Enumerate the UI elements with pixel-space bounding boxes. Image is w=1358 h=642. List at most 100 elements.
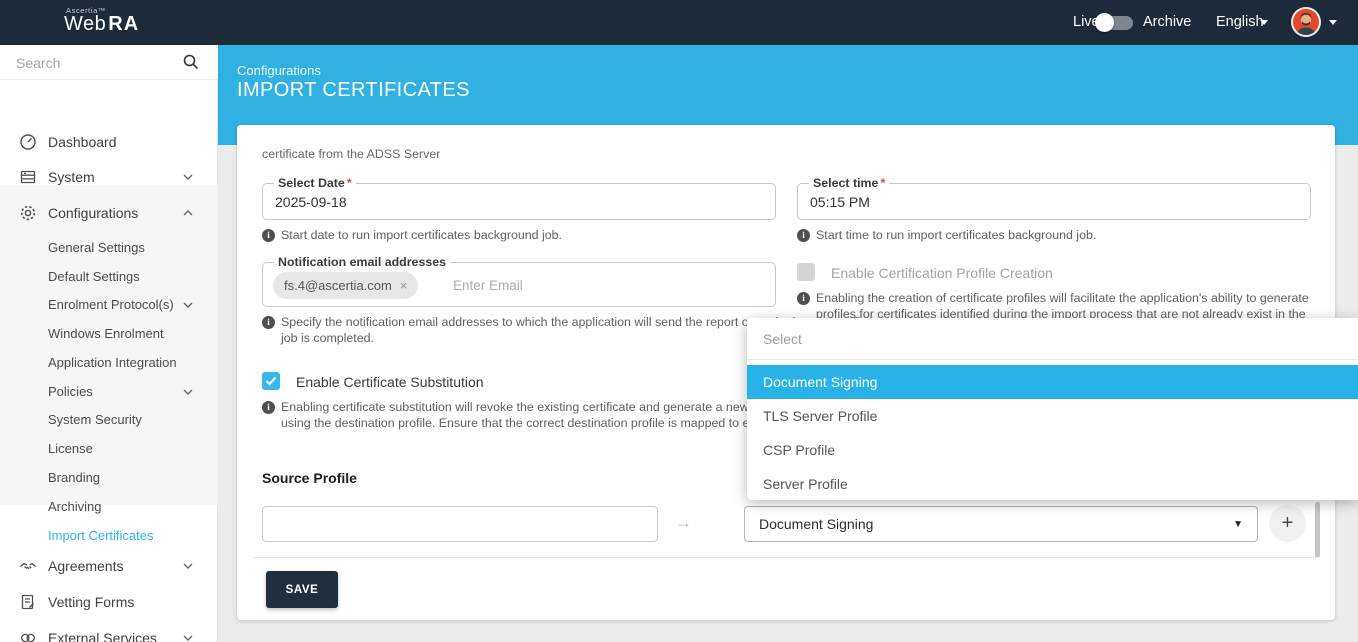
chevron-down-icon xyxy=(182,562,194,570)
language-selector[interactable]: English xyxy=(1216,0,1264,45)
chevron-down-icon xyxy=(1260,20,1268,25)
avatar-image xyxy=(1293,9,1319,35)
sub-item-label: General Settings xyxy=(48,240,145,255)
mapping-arrow-icon: → xyxy=(675,513,692,533)
dashboard-icon xyxy=(19,133,37,151)
sub-item-label: Archiving xyxy=(48,499,101,514)
intro-text: certificate from the ADSS Server xyxy=(262,147,440,161)
select-time-input[interactable] xyxy=(810,184,1271,219)
time-help: i Start time to run import certificates … xyxy=(797,228,1297,244)
notification-emails-field[interactable]: Notification email addresses fs.4@ascert… xyxy=(262,262,776,307)
help-text: Start date to run import certificates ba… xyxy=(281,228,562,244)
info-icon: i xyxy=(797,229,810,242)
sidebar-search xyxy=(0,45,218,80)
toggle-knob xyxy=(1095,13,1114,32)
sidebar-item-vetting-forms[interactable]: Vetting Forms xyxy=(0,584,218,620)
dropdown-option-document-signing[interactable]: Document Signing xyxy=(747,365,1358,399)
sidebar-item-label: Vetting Forms xyxy=(48,594,134,610)
system-icon xyxy=(19,168,37,186)
destination-profile-select[interactable]: Document Signing ▼ xyxy=(744,506,1258,542)
sidebar-item-configurations[interactable]: Configurations xyxy=(0,195,218,231)
sub-item-label: License xyxy=(48,441,93,456)
profile-creation-checkbox[interactable] xyxy=(797,263,815,281)
dropdown-option-tls-server-profile[interactable]: TLS Server Profile xyxy=(747,399,1358,433)
info-icon: i xyxy=(262,229,275,242)
select-time-field[interactable]: Select time* xyxy=(797,183,1311,220)
sidebar-item-label: Agreements xyxy=(48,558,123,574)
app-window: Ascertia™ WebRA Live Archive English xyxy=(0,0,1358,642)
certificate-substitution-label: Enable Certificate Substitution xyxy=(296,374,484,390)
sidebar-item-license[interactable]: License xyxy=(0,434,218,463)
page-title: IMPORT CERTIFICATES xyxy=(237,79,470,102)
chevron-down-icon xyxy=(182,173,194,181)
sidebar-item-general-settings[interactable]: General Settings xyxy=(0,233,218,262)
sidebar-item-import-certificates[interactable]: Import Certificates xyxy=(0,521,218,550)
chevron-up-icon xyxy=(182,209,194,217)
sidebar-item-branding[interactable]: Branding xyxy=(0,463,218,492)
chevron-down-icon xyxy=(182,634,194,642)
link-icon xyxy=(19,629,37,642)
sidebar-item-label: System xyxy=(48,169,95,185)
brand-ra: RA xyxy=(108,13,139,35)
source-profile-text-input[interactable] xyxy=(275,507,637,541)
dropdown-option-csp-profile[interactable]: CSP Profile xyxy=(747,433,1358,467)
gear-icon xyxy=(19,204,37,222)
check-icon xyxy=(265,376,277,386)
chevron-down-icon xyxy=(1329,20,1337,25)
plus-icon: + xyxy=(1282,512,1294,535)
sidebar-item-system-security[interactable]: System Security xyxy=(0,405,218,434)
sub-item-label: Policies xyxy=(48,384,93,399)
sub-item-label: System Security xyxy=(48,412,142,427)
save-button[interactable]: SAVE xyxy=(266,571,338,608)
sub-item-label: Branding xyxy=(48,470,100,485)
divider xyxy=(253,557,1319,558)
sidebar: Dashboard System Configurations General … xyxy=(0,45,218,642)
dropdown-search-input[interactable] xyxy=(747,318,1358,360)
add-mapping-button[interactable]: + xyxy=(1269,505,1306,542)
notification-emails-label: Notification email addresses xyxy=(274,255,450,269)
sidebar-item-default-settings[interactable]: Default Settings xyxy=(0,262,218,291)
live-archive-toggle[interactable] xyxy=(1097,16,1133,30)
sidebar-item-label: Dashboard xyxy=(48,134,117,150)
handshake-icon xyxy=(19,557,37,575)
dropdown-option-server-profile[interactable]: Server Profile xyxy=(747,467,1358,501)
select-date-input[interactable] xyxy=(275,184,736,219)
profile-dropdown-panel: Document Signing TLS Server Profile CSP … xyxy=(747,318,1358,500)
email-chip-text: fs.4@ascertia.com xyxy=(284,278,392,293)
sidebar-item-label: External Services xyxy=(48,630,157,642)
sidebar-item-external-services[interactable]: External Services xyxy=(0,620,218,642)
brand-logo[interactable]: WebRA xyxy=(64,13,139,36)
certificate-substitution-checkbox[interactable] xyxy=(262,372,280,390)
info-icon: i xyxy=(262,401,275,414)
document-pen-icon xyxy=(19,593,37,611)
sub-item-label: Enrolment Protocol(s) xyxy=(48,297,174,312)
sidebar-item-dashboard[interactable]: Dashboard xyxy=(0,124,218,160)
mapping-scrollbar[interactable] xyxy=(1315,502,1320,558)
chevron-down-icon xyxy=(182,388,194,396)
email-input[interactable] xyxy=(453,273,653,298)
topbar: Ascertia™ WebRA Live Archive English xyxy=(0,0,1358,45)
profile-creation-label: Enable Certification Profile Creation xyxy=(831,265,1053,281)
avatar[interactable] xyxy=(1291,7,1321,37)
sub-item-label-active: Import Certificates xyxy=(48,528,153,543)
source-profile-input[interactable] xyxy=(262,506,658,542)
sidebar-item-system[interactable]: System xyxy=(0,159,218,195)
brand-web: Web xyxy=(64,13,106,35)
breadcrumb: Configurations xyxy=(237,63,321,78)
info-icon: i xyxy=(262,316,275,329)
archive-label: Archive xyxy=(1143,0,1191,45)
sidebar-item-enrolment-protocols[interactable]: Enrolment Protocol(s) xyxy=(0,290,218,319)
select-date-field[interactable]: Select Date* xyxy=(262,183,776,220)
email-chip: fs.4@ascertia.com × xyxy=(273,272,418,299)
info-icon: i xyxy=(797,292,810,305)
date-help: i Start date to run import certificates … xyxy=(262,228,762,244)
remove-chip-icon[interactable]: × xyxy=(400,278,408,293)
search-input[interactable] xyxy=(16,50,171,75)
sidebar-item-archiving[interactable]: Archiving xyxy=(0,492,218,521)
sidebar-item-windows-enrolment[interactable]: Windows Enrolment xyxy=(0,319,218,348)
chevron-down-icon xyxy=(182,301,194,309)
sidebar-item-agreements[interactable]: Agreements xyxy=(0,548,218,584)
sidebar-item-application-integration[interactable]: Application Integration xyxy=(0,348,218,377)
sidebar-item-policies[interactable]: Policies xyxy=(0,377,218,406)
search-icon[interactable] xyxy=(182,53,200,76)
